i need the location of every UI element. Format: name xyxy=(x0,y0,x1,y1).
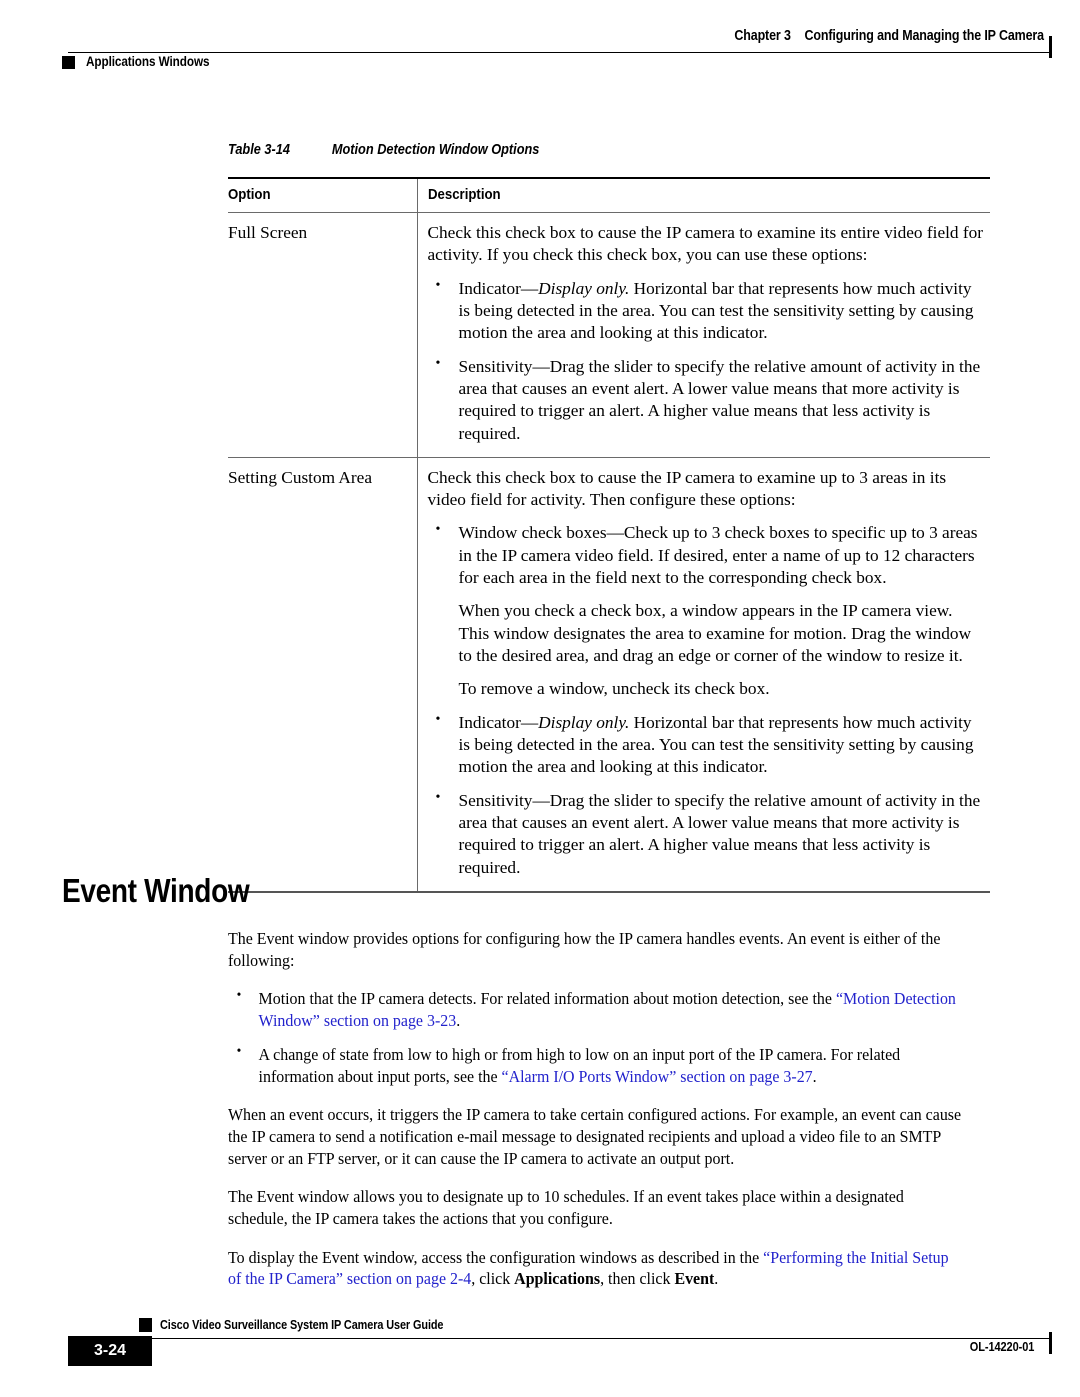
table-cell-option: Setting Custom Area xyxy=(228,456,417,893)
bullet-extra-paragraph: To remove a window, uncheck its check bo… xyxy=(458,679,770,699)
table-caption-label: Table 3-14 xyxy=(228,142,290,158)
paragraph-text-after: . xyxy=(714,1269,719,1289)
bullet-emphasis: Display only. xyxy=(538,712,630,732)
body-paragraph-with-links: To display the Event window, access the … xyxy=(228,1247,961,1290)
ui-label-applications: Applications xyxy=(514,1269,601,1289)
bullet-dash: — xyxy=(532,356,550,376)
list-item: Indicator—Display only. Horizontal bar t… xyxy=(428,711,987,779)
page-footer: Cisco Video Surveillance System IP Camer… xyxy=(0,1318,1080,1378)
bullet-text-after: . xyxy=(812,1066,817,1086)
bullet-dash: — xyxy=(520,278,539,298)
table-caption-title: Motion Detection Window Options xyxy=(331,142,540,158)
list-item: Motion that the IP camera detects. For r… xyxy=(228,987,961,1031)
table-cell-description: Check this check box to cause the IP cam… xyxy=(416,212,990,458)
section-body: The Event window provides options for co… xyxy=(228,928,996,1307)
table-header-option: Option xyxy=(228,177,417,213)
intro-paragraph: The Event window provides options for co… xyxy=(228,929,941,970)
header-chapter-title: Configuring and Managing the IP Camera xyxy=(804,28,1045,44)
cell-intro-paragraph: Check this check box to cause the IP cam… xyxy=(427,223,984,265)
page-header: Chapter 3 Configuring and Managing the IP… xyxy=(0,28,1080,82)
footer-square-marker-icon xyxy=(139,1318,152,1332)
paragraph-text-mid-2: , then click xyxy=(600,1269,675,1289)
header-chapter: Chapter 3 Configuring and Managing the IP… xyxy=(734,28,1044,44)
bullet-text-after: . xyxy=(456,1011,461,1031)
list-item: Sensitivity—Drag the slider to specify t… xyxy=(428,789,987,879)
table-row: Full Screen Check this check box to caus… xyxy=(228,212,990,458)
list-item: Window check boxes—Check up to 3 check b… xyxy=(428,521,987,700)
paragraph-text-mid: , click xyxy=(471,1269,515,1289)
event-definition-list: Motion that the IP camera detects. For r… xyxy=(228,987,996,1087)
paragraph-text-before: To display the Event window, access the … xyxy=(228,1247,764,1267)
bullet-emphasis: Display only. xyxy=(538,278,630,298)
footer-rule-end-tick xyxy=(1049,1332,1052,1354)
bullet-extra-paragraph: When you check a check box, a window app… xyxy=(458,601,972,665)
footer-page-number: 3-24 xyxy=(93,1342,127,1359)
ui-label-event: Event xyxy=(674,1269,715,1289)
table-header-row: Option Description xyxy=(228,177,990,213)
body-paragraph: When an event occurs, it triggers the IP… xyxy=(228,1105,962,1168)
table-header-description: Description xyxy=(416,177,990,213)
options-table-block: Table 3-14 Motion Detection Window Option… xyxy=(228,142,990,893)
motion-detection-options-table: Option Description Full Screen Check thi… xyxy=(228,177,990,893)
header-rule-end-tick xyxy=(1049,36,1052,58)
footer-document-id: OL-14220-01 xyxy=(969,1340,1035,1354)
bullet-text-before: Motion that the IP camera detects. For r… xyxy=(258,989,836,1009)
bullet-lead: Indicator xyxy=(458,712,521,732)
bullet-lead: Window check boxes xyxy=(458,523,607,543)
cross-reference-link[interactable]: “Alarm I/O Ports Window” section on page… xyxy=(502,1067,813,1086)
list-item: Indicator—Display only. Horizontal bar t… xyxy=(428,277,987,345)
body-paragraph: The Event window allows you to designate… xyxy=(228,1187,904,1229)
header-square-marker-icon xyxy=(62,56,75,69)
table-row: Setting Custom Area Check this check box… xyxy=(228,456,990,893)
bullet-dash: — xyxy=(520,712,539,732)
table-cell-description: Check this check box to cause the IP cam… xyxy=(416,456,990,893)
list-item: Sensitivity—Drag the slider to specify t… xyxy=(428,355,987,445)
footer-rule xyxy=(68,1338,1050,1339)
header-rule xyxy=(68,52,1050,53)
bullet-dash: — xyxy=(606,523,624,543)
list-item: A change of state from low to high or fr… xyxy=(228,1043,961,1087)
page-title: Event Window xyxy=(62,872,250,909)
cell-bullet-list: Window check boxes—Check up to 3 check b… xyxy=(428,521,987,879)
table-caption: Table 3-14 Motion Detection Window Option… xyxy=(228,142,899,158)
footer-guide-title: Cisco Video Surveillance System IP Camer… xyxy=(160,1318,444,1332)
document-page: Chapter 3 Configuring and Managing the IP… xyxy=(0,0,1080,1397)
table-cell-option: Full Screen xyxy=(228,223,308,242)
header-chapter-number: Chapter 3 xyxy=(734,28,791,44)
bullet-lead: Indicator xyxy=(458,278,521,298)
header-section-name: Applications Windows xyxy=(86,54,210,69)
bullet-dash: — xyxy=(532,790,550,810)
bullet-lead: Sensitivity xyxy=(458,790,533,810)
cell-bullet-list: Indicator—Display only. Horizontal bar t… xyxy=(428,277,987,445)
bullet-lead: Sensitivity xyxy=(458,356,533,376)
cell-intro-paragraph: Check this check box to cause the IP cam… xyxy=(427,467,947,510)
